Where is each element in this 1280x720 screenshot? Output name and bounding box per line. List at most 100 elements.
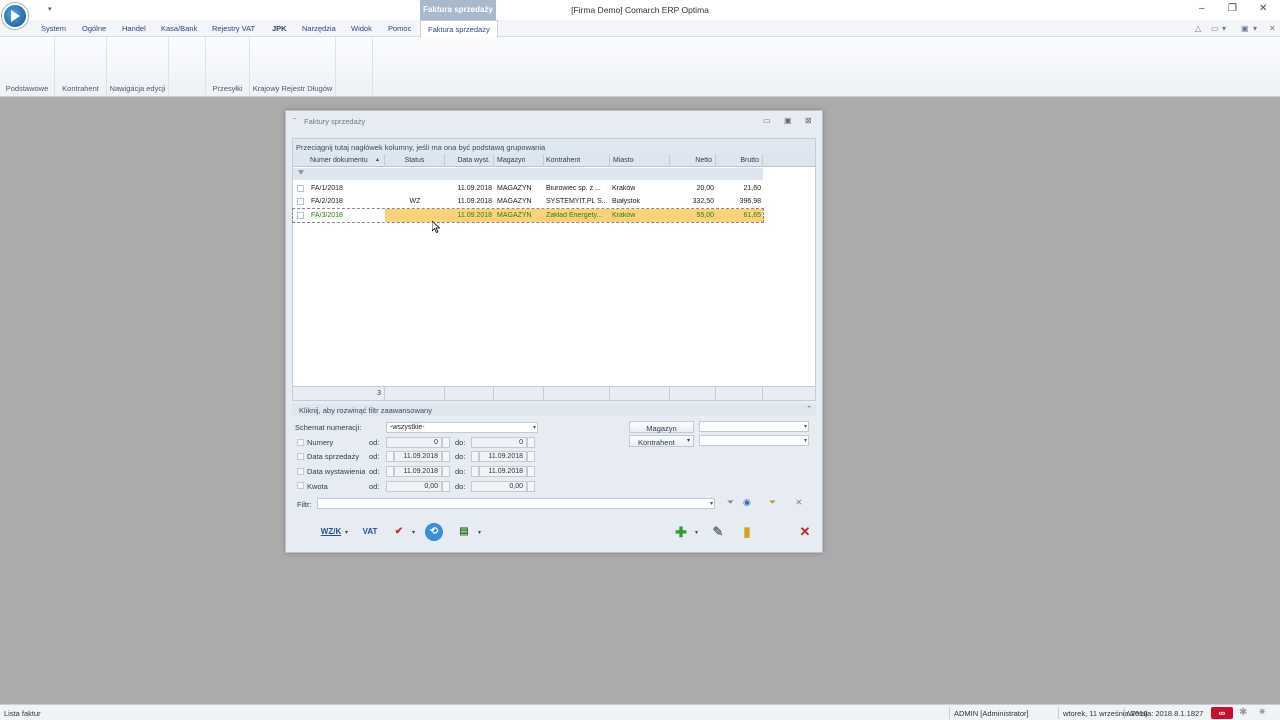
numery-do-input[interactable]: 0 [471,437,527,448]
tab-widok[interactable]: Widok [351,24,372,33]
column-header-brutto[interactable]: Brutto [716,154,763,167]
comarch-logo-icon[interactable]: ∞ [1211,707,1233,719]
magazyn-button[interactable]: Magazyn [629,421,694,433]
kwota-od-spinner[interactable] [442,481,450,492]
ribbon-group-podstawowe[interactable]: Podstawowe [0,37,55,97]
data-wystawienia-do-input[interactable]: 11.09.2018 [479,466,527,477]
kontrahent-button[interactable]: Kontrahent ▾ [629,435,694,447]
print-button[interactable]: ▤ [453,522,475,542]
delete-button[interactable]: ▮ [736,522,758,542]
numery-checkbox[interactable] [297,439,304,446]
dialog-minimize-button[interactable]: ▭ [763,116,771,125]
close-window-button[interactable]: ✕ [1259,3,1267,14]
ds-do-spinner-left[interactable] [471,451,479,462]
od-label: od: [369,467,380,476]
filter-builder-icon[interactable]: ⏷ [769,497,776,508]
dw-od-spinner-right[interactable] [442,466,450,477]
column-header-data[interactable]: Data wyst. [445,154,494,167]
layout-icon[interactable]: ▣ [1241,24,1249,33]
refresh-button[interactable]: ⟲ [425,523,443,541]
add-button[interactable]: ✚ [670,522,692,542]
tab-system[interactable]: System [41,24,66,33]
kwota-checkbox[interactable] [297,482,304,489]
minimize-ribbon-icon[interactable]: △ [1195,24,1201,33]
schemat-select[interactable]: -wszystkie- ▾ [386,422,538,433]
pin-icon[interactable]: ⁼ [293,116,297,124]
filter-icon[interactable]: ⏷ [727,497,734,508]
data-wystawienia-od-input[interactable]: 11.09.2018 [394,466,442,477]
column-header-kontrahent[interactable]: Kontrahent [544,154,610,167]
tab-kasa-bank[interactable]: Kasa/Bank [161,24,197,33]
dw-do-spinner-right[interactable] [527,466,535,477]
tab-faktura-sprzedazy[interactable]: Faktura sprzedaży [420,20,498,37]
settings-icon[interactable]: ✷ [1258,707,1266,718]
wzk-button[interactable]: WZ/K [320,522,342,542]
minimize-window-button[interactable]: – [1199,3,1205,14]
advanced-filter-toggle[interactable]: Kliknij, aby rozwinąć filtr zaawansowany… [292,404,816,416]
kwota-do-input[interactable]: 0,00 [471,481,527,492]
ribbon-group-krd[interactable]: Krajowy Rejestr Długów [250,37,336,97]
column-header-status[interactable]: Status [385,154,445,167]
table-row[interactable]: FA/1/2018 11.09.2018 MAGAZYN Biurowiec s… [293,182,763,195]
dialog-maximize-button[interactable]: ▣ [784,116,792,125]
row-checkbox[interactable] [297,185,304,192]
kwota-do-spinner[interactable] [527,481,535,492]
approve-button[interactable]: ✔ [388,522,410,542]
filter-funnel-icon[interactable] [298,170,304,175]
grid-filter-row[interactable] [293,168,763,180]
group-by-area[interactable]: Przeciągnij tutaj nagłówek kolumny, jeśl… [293,139,815,154]
ribbon-group-nawigacja[interactable]: Nawigacja edycji [107,37,169,97]
data-sprzedazy-do-input[interactable]: 11.09.2018 [479,451,527,462]
approve-dropdown-icon[interactable]: ▾ [412,529,415,536]
tab-ogolne[interactable]: Ogólne [82,24,106,33]
column-header-magazyn[interactable]: Magazyn [494,154,544,167]
vat-button[interactable]: VAT [359,522,381,542]
tab-narzedzia[interactable]: Narzędzia [302,24,336,33]
lightbulb-icon[interactable]: ✱ [1239,707,1247,718]
data-wystawienia-checkbox[interactable] [297,468,304,475]
print-dropdown-icon[interactable]: ▾ [478,529,481,536]
ribbon-group-kontrahent[interactable]: Kontrahent [55,37,107,97]
row-checkbox[interactable] [297,212,304,219]
edit-button[interactable]: ✎ [707,522,729,542]
numery-od-input[interactable]: 0 [386,437,442,448]
ds-do-spinner-right[interactable] [527,451,535,462]
window-list-icon[interactable]: ▭ [1211,24,1219,33]
column-header-netto[interactable]: Netto [670,154,716,167]
wzk-dropdown-icon[interactable]: ▾ [345,529,348,536]
restore-window-button[interactable]: ❐ [1228,3,1237,14]
tab-handel[interactable]: Handel [122,24,146,33]
magazyn-select[interactable]: ▾ [699,421,809,432]
column-header-miasto[interactable]: Miasto [610,154,670,167]
numery-od-spinner[interactable] [442,437,450,448]
ribbon-group-przesylki[interactable]: Przesyłki [206,37,250,97]
dialog-title-bar[interactable]: ⁼ Faktury sprzedaży ▭ ▣ ⊠ [286,111,822,131]
table-row-selected[interactable]: FA/3/2018 11.09.2018 MAGAZYN Zakład Ener… [292,208,764,223]
kontrahent-select[interactable]: ▾ [699,435,809,446]
tab-pomoc[interactable]: Pomoc [388,24,411,33]
data-sprzedazy-checkbox[interactable] [297,453,304,460]
tab-rejestry-vat[interactable]: Rejestry VAT [212,24,255,33]
data-sprzedazy-od-input[interactable]: 11.09.2018 [394,451,442,462]
dw-do-spinner-left[interactable] [471,466,479,477]
dw-od-spinner-left[interactable] [386,466,394,477]
collapse-icon[interactable]: ⌃ [806,405,812,413]
window-list-dropdown-icon[interactable]: ▾ [1222,24,1226,33]
clear-filter-icon[interactable]: ⨯ [795,497,803,508]
ds-od-spinner-left[interactable] [386,451,394,462]
row-checkbox[interactable] [297,198,304,205]
ds-od-spinner-right[interactable] [442,451,450,462]
table-row[interactable]: FA/2/2018 WZ 11.09.2018 MAGAZYN SYSTEMYI… [293,195,763,208]
add-dropdown-icon[interactable]: ▾ [695,529,698,536]
app-logo-icon[interactable] [2,3,28,29]
tab-jpk[interactable]: JPK [272,24,287,33]
column-header-numer[interactable]: Numer dokumentu ▲ [293,154,385,167]
layout-dropdown-icon[interactable]: ▾ [1253,24,1257,33]
numery-do-spinner[interactable] [527,437,535,448]
close-list-button[interactable]: ✕ [794,522,816,542]
filter-input[interactable]: ▾ [317,498,715,509]
close-document-icon[interactable]: ✕ [1269,24,1276,33]
kwota-od-input[interactable]: 0,00 [386,481,442,492]
filter-globe-icon[interactable]: ◉ [743,497,751,508]
dialog-close-button[interactable]: ⊠ [805,116,812,125]
